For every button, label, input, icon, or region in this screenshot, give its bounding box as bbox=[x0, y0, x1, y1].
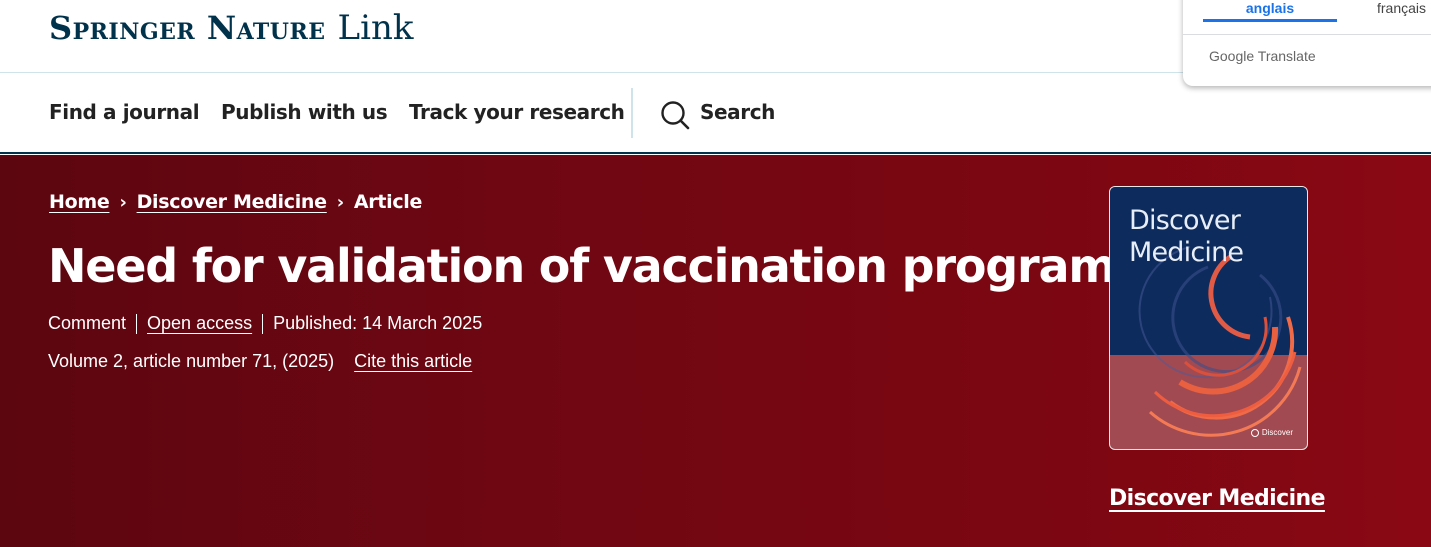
nav-publish-with-us[interactable]: Publish with us bbox=[221, 100, 388, 124]
cover-badge-text: Discover bbox=[1261, 428, 1293, 437]
logo-brand-text: Springer Nature bbox=[49, 9, 326, 47]
breadcrumb-current: Article bbox=[353, 191, 423, 213]
cite-this-article-link[interactable]: Cite this article bbox=[354, 351, 472, 372]
cover-title-line2: Medicine bbox=[1129, 237, 1244, 268]
search-icon[interactable] bbox=[660, 100, 690, 130]
open-access-link[interactable]: Open access bbox=[147, 313, 252, 334]
main-navigation: Find a journal Publish with us Track you… bbox=[0, 74, 1431, 154]
meta-divider bbox=[262, 313, 264, 334]
article-type: Comment bbox=[48, 313, 127, 333]
breadcrumb-journal[interactable]: Discover Medicine bbox=[137, 191, 327, 213]
cover-title: Discover Medicine bbox=[1129, 205, 1244, 269]
journal-cover-image[interactable]: Discover Medicine Discover bbox=[1109, 186, 1308, 450]
published-date: Published: 14 March 2025 bbox=[273, 313, 483, 333]
breadcrumb-home[interactable]: Home bbox=[49, 191, 110, 213]
chevron-right-icon: › bbox=[336, 191, 344, 213]
google-translate-brand: Google Translate bbox=[1209, 48, 1316, 64]
nav-find-a-journal[interactable]: Find a journal bbox=[49, 100, 200, 124]
nav-search-button[interactable]: Search bbox=[700, 100, 775, 124]
article-title: Need for validation of vaccination progr… bbox=[48, 239, 1142, 293]
translate-tab-anglais[interactable]: anglais bbox=[1203, 0, 1337, 22]
nav-track-your-research[interactable]: Track your research bbox=[409, 100, 625, 124]
cover-title-line1: Discover bbox=[1129, 205, 1241, 236]
article-citation-info: Volume 2, article number 71, (2025) Cite… bbox=[48, 351, 472, 372]
google-translate-popup: anglais français Google Translate bbox=[1183, 0, 1431, 86]
logo-link-text: Link bbox=[337, 8, 414, 48]
translate-tab-francais[interactable]: français bbox=[1377, 0, 1426, 16]
journal-title-link[interactable]: Discover Medicine bbox=[1109, 486, 1326, 511]
springer-nature-link-logo[interactable]: Springer Nature Link bbox=[49, 8, 414, 48]
article-hero: Home › Discover Medicine › Article Need … bbox=[0, 155, 1431, 547]
volume-info: Volume 2, article number 71, (2025) bbox=[48, 351, 335, 371]
breadcrumb: Home › Discover Medicine › Article bbox=[49, 191, 422, 213]
translate-divider bbox=[1183, 34, 1431, 35]
chevron-right-icon: › bbox=[119, 191, 127, 213]
discover-logo-icon bbox=[1250, 428, 1259, 437]
nav-divider bbox=[631, 88, 633, 138]
cover-discover-badge: Discover bbox=[1250, 428, 1293, 437]
meta-divider bbox=[136, 313, 138, 334]
article-meta: Comment Open access Published: 14 March … bbox=[48, 313, 482, 334]
